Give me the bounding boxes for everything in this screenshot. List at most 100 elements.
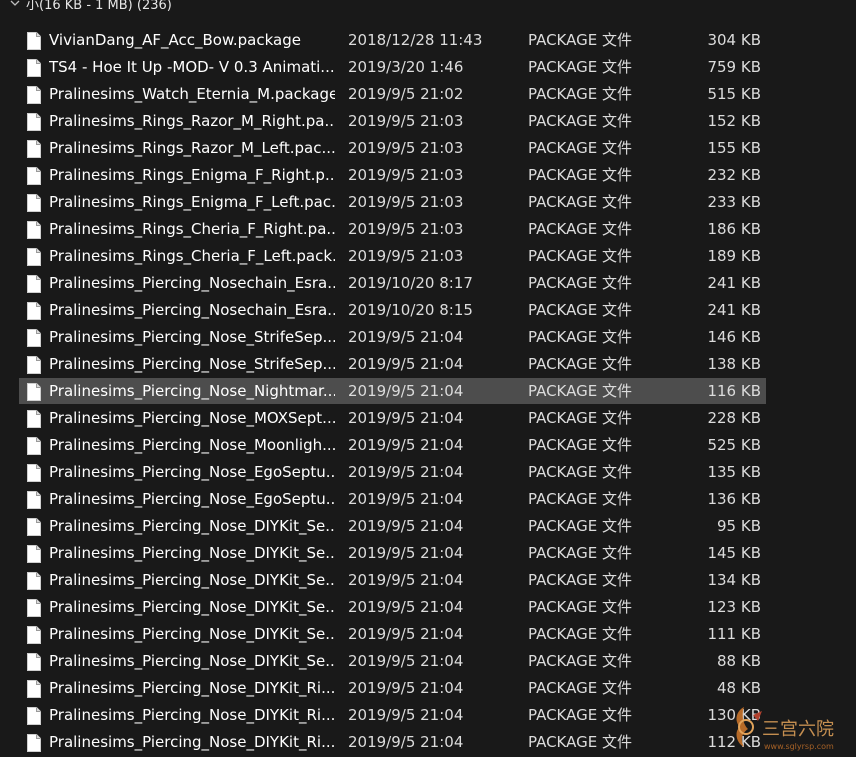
file-type: PACKAGE 文件 [528, 652, 632, 670]
file-list: VivianDang_AF_Acc_Bow.package 2018/12/28 … [0, 26, 856, 755]
file-date-modified: 2019/9/5 21:04 [348, 517, 464, 535]
file-name: Pralinesims_Piercing_Nose_StrifeSep... [49, 355, 335, 373]
file-icon[interactable] [27, 356, 41, 374]
file-icon[interactable] [27, 275, 41, 293]
file-row[interactable]: Pralinesims_Piercing_Nose_StrifeSep... 20… [0, 350, 856, 377]
file-icon[interactable] [27, 167, 41, 185]
file-name: Pralinesims_Piercing_Nose_Moonligh... [49, 436, 335, 454]
file-row[interactable]: Pralinesims_Piercing_Nose_Nightmar... 201… [0, 377, 856, 404]
file-icon[interactable] [27, 599, 41, 617]
file-name: Pralinesims_Piercing_Nose_MOXSept... [49, 409, 335, 427]
file-icon[interactable] [27, 707, 41, 725]
file-type: PACKAGE 文件 [528, 490, 632, 508]
file-size: 189 KB [707, 247, 761, 265]
file-type: PACKAGE 文件 [528, 625, 632, 643]
file-icon[interactable] [27, 680, 41, 698]
file-icon[interactable] [27, 734, 41, 752]
file-size: 515 KB [707, 85, 761, 103]
group-header[interactable]: 小(16 KB - 1 MB) (236) [0, 0, 856, 14]
file-type: PACKAGE 文件 [528, 139, 632, 157]
file-icon[interactable] [27, 32, 41, 50]
file-size: 95 KB [717, 517, 761, 535]
file-row[interactable]: Pralinesims_Watch_Eternia_M.package 2019/… [0, 80, 856, 107]
file-date-modified: 2019/9/5 21:03 [348, 139, 464, 157]
file-type: PACKAGE 文件 [528, 274, 632, 292]
file-type: PACKAGE 文件 [528, 220, 632, 238]
file-row[interactable]: VivianDang_AF_Acc_Bow.package 2018/12/28 … [0, 26, 856, 53]
file-row[interactable]: Pralinesims_Rings_Enigma_F_Right.p... 201… [0, 161, 856, 188]
file-icon[interactable] [27, 491, 41, 509]
file-size: 135 KB [707, 463, 761, 481]
file-name: Pralinesims_Piercing_Nose_DIYKit_Se... [49, 625, 335, 643]
file-name: Pralinesims_Piercing_Nosechain_Esra... [49, 274, 335, 292]
file-icon[interactable] [27, 653, 41, 671]
file-icon[interactable] [27, 518, 41, 536]
file-icon[interactable] [27, 383, 41, 401]
watermark-emblem-icon [736, 707, 762, 747]
file-name: Pralinesims_Piercing_Nose_Nightmar... [49, 382, 335, 400]
file-size: 88 KB [717, 652, 761, 670]
file-icon[interactable] [27, 626, 41, 644]
file-explorer-window: 小(16 KB - 1 MB) (236) VivianDang_AF_Acc_… [0, 0, 856, 757]
file-size: 525 KB [707, 436, 761, 454]
file-row[interactable]: Pralinesims_Piercing_Nose_DIYKit_Se... 20… [0, 647, 856, 674]
file-type: PACKAGE 文件 [528, 706, 632, 724]
file-icon[interactable] [27, 545, 41, 563]
file-row[interactable]: Pralinesims_Rings_Cheria_F_Left.pack... 2… [0, 242, 856, 269]
file-icon[interactable] [27, 140, 41, 158]
file-date-modified: 2018/12/28 11:43 [348, 31, 483, 49]
file-type: PACKAGE 文件 [528, 58, 632, 76]
file-row[interactable]: TS4 - Hoe It Up -MOD- V 0.3 Animati... 20… [0, 53, 856, 80]
file-row[interactable]: Pralinesims_Piercing_Nose_DIYKit_Se... 20… [0, 512, 856, 539]
file-icon[interactable] [27, 464, 41, 482]
file-icon[interactable] [27, 86, 41, 104]
file-row[interactable]: Pralinesims_Rings_Enigma_F_Left.pac... 20… [0, 188, 856, 215]
file-size: 241 KB [707, 274, 761, 292]
file-row[interactable]: Pralinesims_Piercing_Nose_EgoSeptu... 201… [0, 458, 856, 485]
file-row[interactable]: Pralinesims_Piercing_Nose_EgoSeptu... 201… [0, 485, 856, 512]
file-size: 134 KB [707, 571, 761, 589]
file-icon[interactable] [27, 221, 41, 239]
file-icon[interactable] [27, 302, 41, 320]
file-icon[interactable] [27, 113, 41, 131]
file-date-modified: 2019/9/5 21:04 [348, 733, 464, 751]
file-size: 123 KB [707, 598, 761, 616]
file-name: Pralinesims_Rings_Razor_M_Left.pac... [49, 139, 335, 157]
file-row[interactable]: Pralinesims_Piercing_Nose_StrifeSep... 20… [0, 323, 856, 350]
file-name: Pralinesims_Piercing_Nose_EgoSeptu... [49, 463, 335, 481]
file-date-modified: 2019/9/5 21:04 [348, 598, 464, 616]
file-name: Pralinesims_Rings_Enigma_F_Right.p... [49, 166, 335, 184]
file-row[interactable]: Pralinesims_Piercing_Nose_DIYKit_Se... 20… [0, 593, 856, 620]
file-icon[interactable] [27, 329, 41, 347]
file-size: 145 KB [707, 544, 761, 562]
file-icon[interactable] [27, 572, 41, 590]
file-row[interactable]: Pralinesims_Rings_Razor_M_Right.pa... 201… [0, 107, 856, 134]
file-type: PACKAGE 文件 [528, 436, 632, 454]
file-row[interactable]: Pralinesims_Piercing_Nose_Moonligh... 201… [0, 431, 856, 458]
file-icon[interactable] [27, 59, 41, 77]
file-icon[interactable] [27, 248, 41, 266]
file-row[interactable]: Pralinesims_Piercing_Nose_DIYKit_Se... 20… [0, 566, 856, 593]
file-name: TS4 - Hoe It Up -MOD- V 0.3 Animati... [49, 58, 335, 76]
file-date-modified: 2019/3/20 1:46 [348, 58, 464, 76]
file-type: PACKAGE 文件 [528, 517, 632, 535]
file-row[interactable]: Pralinesims_Piercing_Nosechain_Esra... 20… [0, 269, 856, 296]
file-row[interactable]: Pralinesims_Rings_Razor_M_Left.pac... 201… [0, 134, 856, 161]
file-row[interactable]: Pralinesims_Piercing_Nose_MOXSept... 2019… [0, 404, 856, 431]
file-icon[interactable] [27, 194, 41, 212]
file-row[interactable]: Pralinesims_Piercing_Nosechain_Esra... 20… [0, 296, 856, 323]
file-row[interactable]: Pralinesims_Piercing_Nose_DIYKit_Se... 20… [0, 539, 856, 566]
file-row[interactable]: Pralinesims_Piercing_Nose_DIYKit_Ri... 20… [0, 674, 856, 701]
file-icon[interactable] [27, 410, 41, 428]
file-row[interactable]: Pralinesims_Piercing_Nose_DIYKit_Se... 20… [0, 620, 856, 647]
file-type: PACKAGE 文件 [528, 598, 632, 616]
file-icon[interactable] [27, 437, 41, 455]
file-size: 155 KB [707, 139, 761, 157]
file-size: 186 KB [707, 220, 761, 238]
file-type: PACKAGE 文件 [528, 679, 632, 697]
file-size: 228 KB [707, 409, 761, 427]
file-date-modified: 2019/9/5 21:04 [348, 652, 464, 670]
chevron-down-icon[interactable] [10, 0, 20, 8]
file-size: 146 KB [707, 328, 761, 346]
file-row[interactable]: Pralinesims_Rings_Cheria_F_Right.pa... 20… [0, 215, 856, 242]
